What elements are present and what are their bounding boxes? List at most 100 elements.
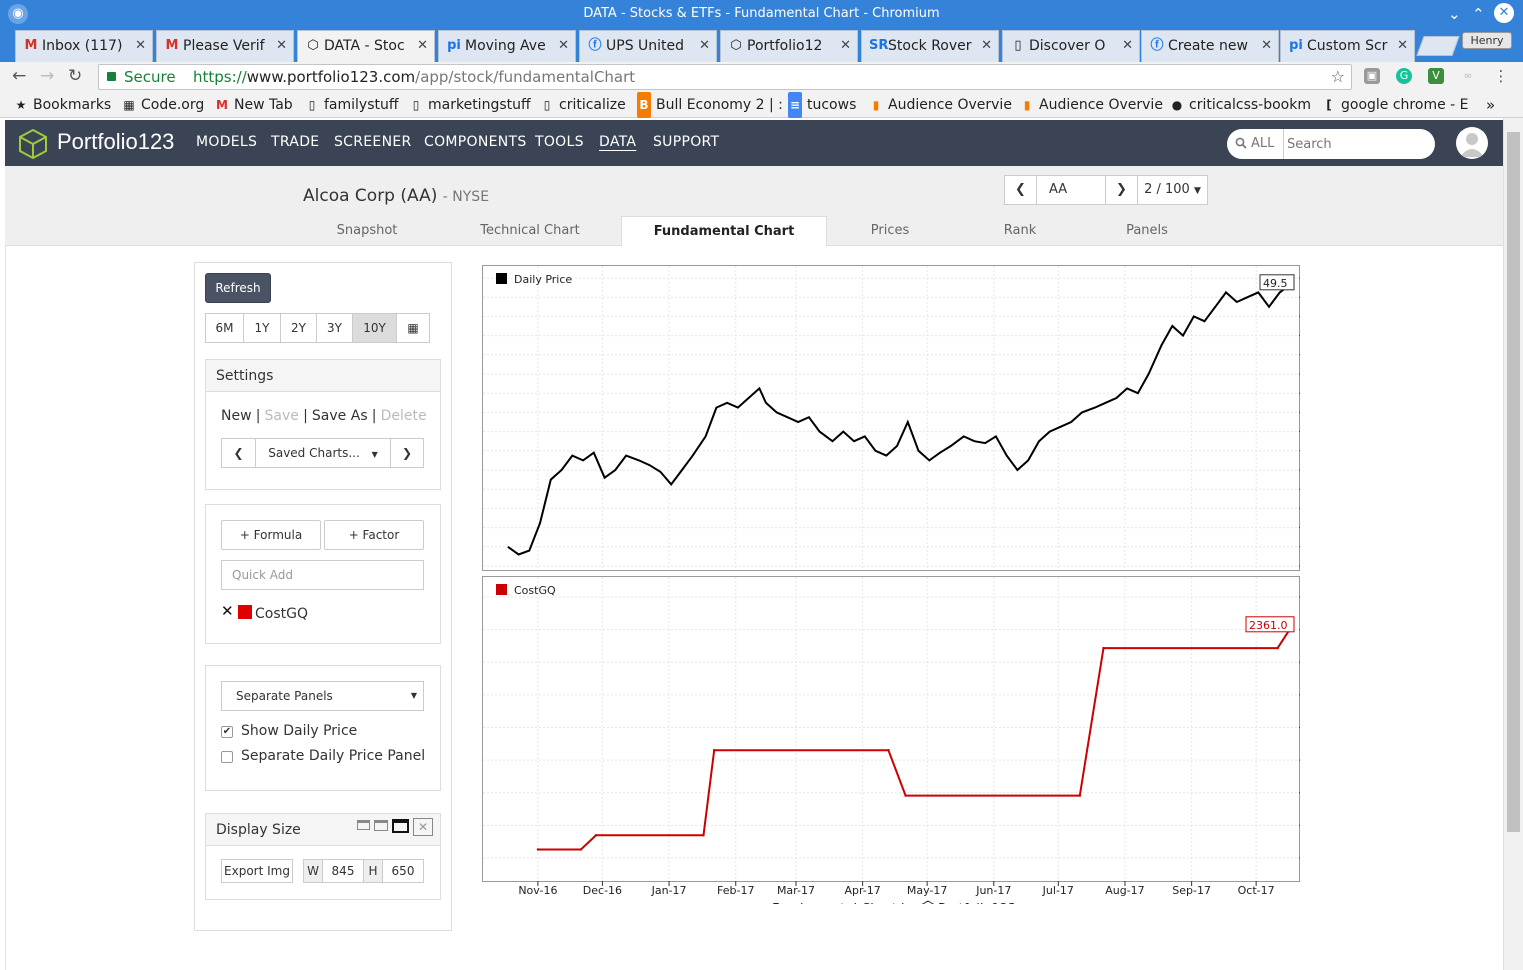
menu-dots-icon[interactable]: ⋮ <box>1493 68 1509 84</box>
bookmark-item[interactable]: ● criticalcss-bookm <box>1170 92 1311 118</box>
tab-snapshot[interactable]: Snapshot <box>307 216 427 246</box>
extension-icon[interactable]: ▣ <box>1364 68 1380 84</box>
size-large-icon[interactable] <box>392 819 409 833</box>
tab-panels[interactable]: Panels <box>1105 216 1189 246</box>
bookmark-item[interactable]: ▯ criticalize <box>540 92 626 118</box>
bookmark-item[interactable]: ★ Bookmarks <box>14 92 112 118</box>
back-arrow-icon[interactable]: ← <box>12 66 26 86</box>
close-tab-icon[interactable]: ✕ <box>981 31 992 61</box>
next-saved-chart-button[interactable]: ❯ <box>390 438 424 468</box>
refresh-button[interactable]: Refresh <box>205 273 271 303</box>
browser-tab[interactable]: pi Moving Ave ✕ <box>438 30 576 62</box>
series-color-swatch[interactable] <box>238 605 252 619</box>
link-icon[interactable]: ∞ <box>1460 68 1476 84</box>
period-2y-button[interactable]: 2Y <box>281 313 317 343</box>
address-bar[interactable]: Secure https://www.portfolio123.com/app/… <box>98 64 1352 90</box>
nav-data[interactable]: DATA <box>599 134 636 150</box>
nav-models[interactable]: MODELS <box>196 134 257 150</box>
quick-add-input[interactable]: Quick Add <box>221 560 424 590</box>
bookmark-item[interactable]: ▦ Code.org <box>122 92 204 118</box>
bookmark-star-icon[interactable]: ☆ <box>1331 65 1345 89</box>
delete-chart-link[interactable]: Delete <box>381 408 427 424</box>
close-tab-icon[interactable]: ✕ <box>135 31 146 61</box>
portfolio123-logo-icon[interactable] <box>17 128 49 160</box>
period-10y-button[interactable]: 10Y <box>353 313 397 343</box>
bookmark-item[interactable]: [google chrome - E <box>1322 92 1468 118</box>
show-daily-price-checkbox[interactable]: ✔ <box>221 726 233 738</box>
scrollbar-thumb[interactable] <box>1507 132 1520 832</box>
minimize-icon[interactable]: ⌄ <box>1448 0 1461 28</box>
nav-components[interactable]: COMPONENTS <box>424 134 527 150</box>
bookmark-item[interactable]: ▯ marketingstuff <box>409 92 531 118</box>
nav-trade[interactable]: TRADE <box>271 134 319 150</box>
add-factor-button[interactable]: + Factor <box>324 520 424 550</box>
ticker-input[interactable]: AA <box>1036 175 1106 205</box>
close-tab-icon[interactable]: ✕ <box>558 31 569 61</box>
save-chart-link[interactable]: Save <box>265 408 299 424</box>
nav-screener[interactable]: SCREENER <box>334 134 412 150</box>
close-tab-icon[interactable]: ✕ <box>840 31 851 61</box>
url-text[interactable]: https://www.portfolio123.com/app/stock/f… <box>193 65 635 89</box>
close-tab-icon[interactable]: ✕ <box>1261 31 1272 61</box>
grammarly-icon[interactable]: G <box>1396 68 1412 84</box>
new-tab-button[interactable] <box>1416 36 1460 56</box>
bookmark-item[interactable]: B Bull Economy 2 | : <box>637 92 783 118</box>
width-input[interactable]: 845 <box>322 859 364 883</box>
site-logo-text[interactable]: Portfolio123 <box>57 129 174 155</box>
period-3y-button[interactable]: 3Y <box>317 313 353 343</box>
remove-series-icon[interactable]: ✕ <box>221 602 234 620</box>
date-range-button[interactable]: ▦ <box>397 313 430 343</box>
browser-tab[interactable]: ⓕ Create new ✕ <box>1141 30 1279 62</box>
search-input[interactable] <box>1287 134 1427 154</box>
bookmark-item[interactable]: ▮ Audience Overvie <box>1020 92 1163 118</box>
close-tab-icon[interactable]: ✕ <box>417 31 428 61</box>
bookmark-item[interactable]: ≡ tucows <box>788 92 856 118</box>
saved-charts-select[interactable]: Saved Charts... ▼ <box>255 438 391 468</box>
height-input[interactable]: 650 <box>382 859 424 883</box>
user-avatar[interactable] <box>1456 127 1488 159</box>
tab-rank[interactable]: Rank <box>985 216 1055 246</box>
bookmark-item[interactable]: ▯ familystuff <box>305 92 399 118</box>
bookmark-item[interactable]: ▮ Audience Overvie <box>869 92 1012 118</box>
next-stock-button[interactable]: ❯ <box>1105 175 1138 205</box>
stock-position-dropdown[interactable]: 2 / 100 ▼ <box>1137 175 1208 205</box>
forward-arrow-icon[interactable]: → <box>40 66 54 86</box>
size-medium-icon[interactable] <box>374 820 388 831</box>
profile-badge[interactable]: Henry <box>1462 32 1512 49</box>
maximize-icon[interactable]: ⌃ <box>1472 0 1485 28</box>
export-image-button[interactable]: Export Img <box>221 859 293 883</box>
reload-icon[interactable]: ↻ <box>68 66 82 86</box>
browser-tab[interactable]: ⬡ Portfolio12 ✕ <box>720 30 858 62</box>
panel-mode-select[interactable]: Separate Panels ▼ <box>221 681 424 711</box>
period-6m-button[interactable]: 6M <box>205 313 244 343</box>
size-small-icon[interactable] <box>357 820 370 830</box>
tab-prices[interactable]: Prices <box>845 216 935 246</box>
close-tab-icon[interactable]: ✕ <box>699 31 710 61</box>
browser-tab[interactable]: pi Custom Scr ✕ <box>1280 30 1415 62</box>
browser-tab[interactable]: M Please Verif ✕ <box>156 30 294 62</box>
previous-saved-chart-button[interactable]: ❮ <box>221 438 256 468</box>
size-fullscreen-icon[interactable]: ✕ <box>413 818 433 836</box>
save-as-link[interactable]: Save As <box>312 408 368 424</box>
separate-daily-price-panel-checkbox[interactable] <box>221 751 233 763</box>
fundamental-chart[interactable]: 50.048.046.044.042.040.038.036.034.032.0… <box>482 264 1300 904</box>
bookmark-item[interactable]: M New Tab <box>215 92 293 118</box>
nav-tools[interactable]: TOOLS <box>535 134 584 150</box>
browser-tab[interactable]: M Inbox (117) ✕ <box>15 30 153 62</box>
browser-tab-active[interactable]: ⬡ DATA - Stoc ✕ <box>297 30 435 62</box>
browser-tab[interactable]: ▯ Discover O ✕ <box>1002 30 1140 62</box>
previous-stock-button[interactable]: ❮ <box>1004 175 1037 205</box>
bookmarks-overflow-button[interactable]: » <box>1486 92 1495 118</box>
close-tab-icon[interactable]: ✕ <box>1122 31 1133 61</box>
close-tab-icon[interactable]: ✕ <box>276 31 287 61</box>
browser-tab[interactable]: SR Stock Rover ✕ <box>861 30 999 62</box>
new-chart-link[interactable]: New <box>221 408 252 424</box>
period-1y-button[interactable]: 1Y <box>244 313 281 343</box>
tab-fundamental-chart[interactable]: Fundamental Chart <box>621 216 827 246</box>
close-tab-icon[interactable]: ✕ <box>1397 31 1408 61</box>
close-window-icon[interactable]: ✕ <box>1494 3 1514 23</box>
tab-technical-chart[interactable]: Technical Chart <box>465 216 595 246</box>
nav-support[interactable]: SUPPORT <box>653 134 719 150</box>
page-scrollbar[interactable] <box>1503 118 1523 970</box>
search-scope-button[interactable]: ALL <box>1227 129 1284 159</box>
